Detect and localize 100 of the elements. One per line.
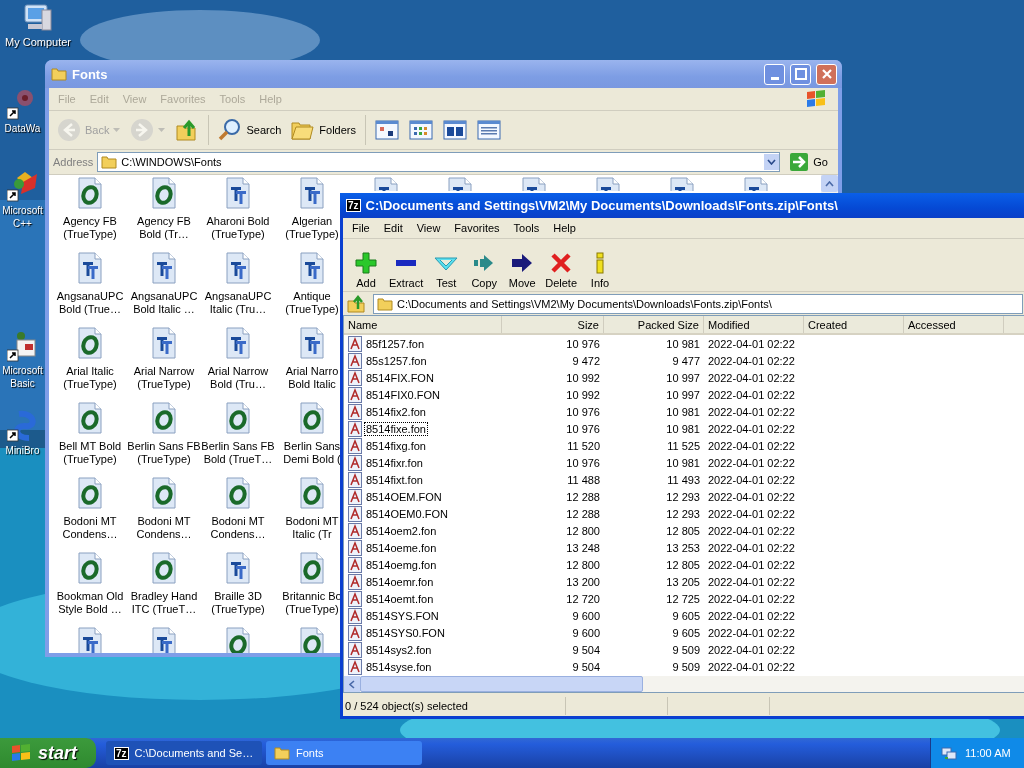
font-file-icon[interactable] <box>225 327 251 359</box>
font-name[interactable]: Agency FB (TrueType) <box>63 215 117 241</box>
app-shortcut-icon[interactable] <box>6 410 39 442</box>
column-header[interactable]: Name <box>344 316 502 333</box>
icon-label[interactable]: DataWa <box>4 122 41 135</box>
file-name[interactable]: 8514oemr.fon <box>364 574 436 589</box>
font-file-icon[interactable] <box>447 177 473 191</box>
file-name[interactable]: 8514sys2.fon <box>364 642 434 657</box>
font-file-icon[interactable] <box>151 177 177 209</box>
file-name[interactable]: 8514FIX.FON <box>364 370 436 385</box>
font-name[interactable]: Bell MT Bold (TrueType) <box>58 440 122 466</box>
file-name[interactable]: 8514oemt.fon <box>364 591 436 606</box>
font-name[interactable]: Bookman Old Style Bold … <box>56 590 124 616</box>
address-field[interactable]: C:\WINDOWS\Fonts <box>97 152 781 172</box>
file-name[interactable]: 8514FIX0.FON <box>364 387 442 402</box>
font-name[interactable]: Bodoni MT Condens… <box>136 515 192 541</box>
font-file-icon[interactable] <box>299 627 325 653</box>
file-name[interactable]: 8514fixr.fon <box>364 455 425 470</box>
dropdown-button[interactable] <box>764 154 780 170</box>
font-file-icon[interactable] <box>151 552 177 584</box>
font-file-icon[interactable] <box>521 177 547 191</box>
menu-item[interactable]: File <box>346 222 376 234</box>
font-file-icon[interactable] <box>225 252 251 284</box>
font-file-icon[interactable] <box>77 327 103 359</box>
move-button[interactable]: Move <box>503 251 542 289</box>
font-file-icon[interactable] <box>669 177 695 191</box>
column-header[interactable]: Modified <box>704 316 804 333</box>
menu-item[interactable]: Help <box>547 222 582 234</box>
app-shortcut-icon[interactable] <box>6 330 39 362</box>
font-name[interactable]: Bodoni MT Italic (Tr <box>285 515 339 541</box>
folder-up-icon[interactable] <box>347 294 367 313</box>
font-name[interactable]: Algerian (TrueType) <box>285 215 339 241</box>
icon-label[interactable]: MiniBro <box>5 444 40 457</box>
font-name[interactable]: Bodoni MT Condens… <box>62 515 118 541</box>
font-file-icon[interactable] <box>595 177 621 191</box>
font-name[interactable]: Agency FB Bold (Tr… <box>137 215 191 241</box>
font-file-icon[interactable] <box>225 627 251 653</box>
font-name[interactable]: AngsanaUPC Italic (Tru… <box>204 290 272 316</box>
file-name[interactable]: 8514OEM0.FON <box>364 506 450 521</box>
icon-label[interactable]: Microsoft C++ <box>2 204 43 230</box>
font-name[interactable]: Braille 3D (TrueType) <box>211 590 265 616</box>
font-name[interactable]: Arial Italic (TrueType) <box>63 365 117 391</box>
computer-icon[interactable] <box>22 2 54 34</box>
file-name[interactable]: 85f1257.fon <box>364 336 427 351</box>
file-name[interactable]: 8514fix2.fon <box>364 404 428 419</box>
column-header[interactable]: Packed Size <box>604 316 704 333</box>
menu-item[interactable]: Edit <box>377 222 409 234</box>
icon-label[interactable]: Microsoft Basic <box>2 364 43 390</box>
file-name[interactable]: 8514fixt.fon <box>364 472 425 487</box>
font-name[interactable]: Bradley Hand ITC (TrueT… <box>130 590 198 616</box>
font-name[interactable]: AngsanaUPC Bold (True… <box>56 290 124 316</box>
font-file-icon[interactable] <box>151 477 177 509</box>
font-file-icon[interactable] <box>151 402 177 434</box>
font-file-icon[interactable] <box>77 552 103 584</box>
horizontal-scrollbar[interactable] <box>344 676 1024 692</box>
search-button[interactable]: Search <box>214 116 286 144</box>
font-file-icon[interactable] <box>77 252 103 284</box>
column-header[interactable]: Created <box>804 316 904 333</box>
file-name[interactable]: 8514SYS0.FON <box>364 625 447 640</box>
font-name[interactable]: Berlin Sans Demi Bold ( <box>283 440 341 466</box>
font-name[interactable]: Berlin Sans FB Bold (TrueT… <box>201 440 275 466</box>
font-file-icon[interactable] <box>299 552 325 584</box>
column-header[interactable]: Size <box>502 316 604 333</box>
file-name[interactable]: 8514syse.fon <box>364 659 434 674</box>
font-file-icon[interactable] <box>225 552 251 584</box>
taskbar-button[interactable]: 7z C:\Documents and Se… <box>106 741 262 765</box>
font-file-icon[interactable] <box>225 477 251 509</box>
font-file-icon[interactable] <box>373 177 399 191</box>
font-name[interactable]: Berlin Sans FB (TrueType) <box>127 440 201 466</box>
file-name[interactable]: 85s1257.fon <box>364 353 429 368</box>
font-file-icon[interactable] <box>77 402 103 434</box>
go-button[interactable]: Go <box>784 153 834 171</box>
font-file-icon[interactable] <box>151 627 177 653</box>
font-file-icon[interactable] <box>77 627 103 653</box>
copy-button[interactable]: Copy <box>465 251 504 289</box>
app-shortcut-icon[interactable] <box>6 170 39 202</box>
network-icon[interactable] <box>941 745 957 761</box>
info-button[interactable]: Info <box>581 251 620 289</box>
font-file-icon[interactable] <box>299 477 325 509</box>
menu-item[interactable]: View <box>410 222 447 234</box>
file-name[interactable]: 8514OEM.FON <box>364 489 444 504</box>
file-name[interactable]: 8514SYS.FON <box>364 608 441 623</box>
font-file-icon[interactable] <box>299 252 325 284</box>
font-file-icon[interactable] <box>151 252 177 284</box>
font-file-icon[interactable] <box>743 177 769 191</box>
delete-button[interactable]: Delete <box>541 251 582 289</box>
menu-item[interactable]: Tools <box>507 222 546 234</box>
extract-button[interactable]: Extract <box>385 251 428 289</box>
font-name[interactable]: Bodoni MT Condens… <box>210 515 266 541</box>
font-file-icon[interactable] <box>151 327 177 359</box>
font-name[interactable]: Arial Narrow Bold (Tru… <box>207 365 269 391</box>
scroll-up-button[interactable] <box>821 175 838 192</box>
font-file-icon[interactable] <box>299 327 325 359</box>
file-name[interactable]: 8514oemg.fon <box>364 557 439 572</box>
font-file-icon[interactable] <box>299 177 325 209</box>
font-file-icon[interactable] <box>299 402 325 434</box>
file-name[interactable]: 8514fixg.fon <box>364 438 428 453</box>
font-file-icon[interactable] <box>225 402 251 434</box>
file-name[interactable]: 8514oeme.fon <box>364 540 439 555</box>
taskbar-button[interactable]: Fonts <box>266 741 422 765</box>
